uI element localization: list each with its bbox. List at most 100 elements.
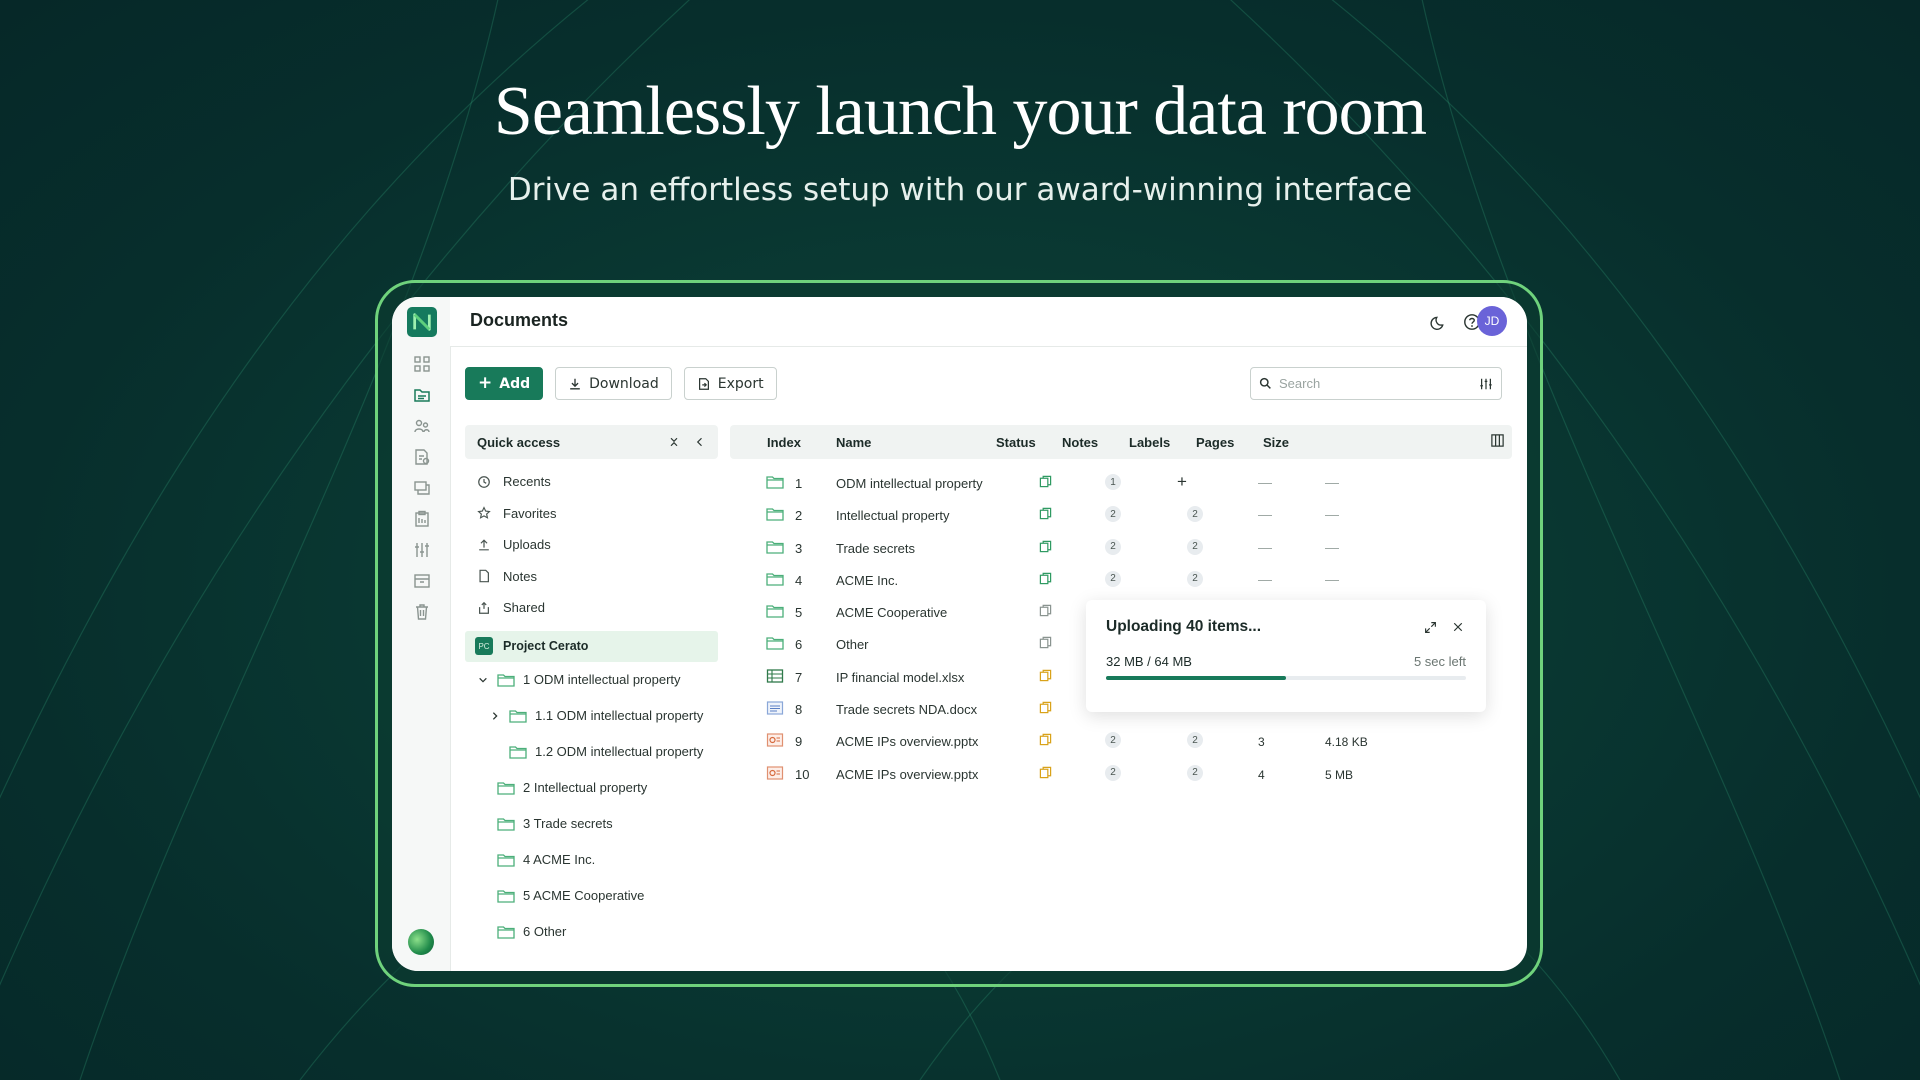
folder-icon (497, 673, 515, 687)
labels-count[interactable]: 2 (1187, 538, 1203, 555)
chevron-down-icon[interactable] (477, 674, 489, 686)
notes-count[interactable]: 2 (1105, 732, 1121, 749)
star-icon (477, 506, 491, 520)
dashboard-icon[interactable] (411, 353, 433, 375)
table-row[interactable]: 10 ACME IPs overview.pptx 2 2 4 5 MB (730, 758, 1512, 790)
quick-access-notes[interactable]: Notes (465, 561, 718, 593)
table-row[interactable]: 9 ACME IPs overview.pptx 2 2 3 4.18 KB (730, 725, 1512, 757)
chevron-right-icon[interactable] (489, 710, 501, 722)
app-logo[interactable] (407, 307, 437, 337)
upload-title: Uploading 40 items... (1106, 618, 1262, 635)
user-avatar[interactable]: JD (1477, 306, 1507, 336)
row-name[interactable]: Intellectual property (836, 508, 949, 523)
download-button[interactable]: Download (555, 367, 672, 400)
folder-icon (766, 475, 784, 492)
tree-item-2[interactable]: 2 Intellectual property (465, 770, 718, 806)
folder-icon (766, 636, 784, 653)
row-name[interactable]: ACME IPs overview.pptx (836, 734, 978, 749)
row-name[interactable]: Trade secrets NDA.docx (836, 702, 977, 717)
folder-icon (509, 745, 527, 759)
project-cerato[interactable]: PC Project Cerato (465, 630, 718, 662)
add-label-button[interactable]: + (1177, 472, 1187, 492)
sliders-icon[interactable] (411, 539, 433, 561)
presentation-icon (766, 733, 784, 750)
presentation-icon (766, 766, 784, 783)
add-button[interactable]: + Add (465, 367, 544, 400)
notes-count[interactable]: 2 (1105, 538, 1121, 555)
row-name[interactable]: ODM intellectual property (836, 476, 983, 491)
chat-icon[interactable] (411, 477, 433, 499)
tree-item-4[interactable]: 4 ACME Inc. (465, 842, 718, 878)
column-notes[interactable]: Notes (1062, 435, 1098, 450)
tree-item-1-2[interactable]: 1.2 ODM intellectual property (465, 734, 718, 770)
toolbar: + Add Download Export (465, 367, 777, 401)
quick-access-title: Quick access (477, 434, 561, 450)
quick-access-header: Quick access (465, 425, 718, 459)
close-icon[interactable] (1450, 619, 1466, 635)
archive-icon[interactable] (411, 570, 433, 592)
export-button[interactable]: Export (683, 367, 777, 400)
tree-item-3[interactable]: 3 Trade secrets (465, 806, 718, 842)
labels-count[interactable]: 2 (1187, 570, 1203, 587)
table-row[interactable]: 2 Intellectual property 2 2 — — (730, 499, 1512, 531)
column-size[interactable]: Size (1263, 435, 1289, 450)
notes-count[interactable]: 2 (1105, 506, 1121, 523)
table-row[interactable]: 3 Trade secrets 2 2 — — (730, 532, 1512, 564)
status-icon (1039, 540, 1052, 556)
row-pages: — (1258, 506, 1272, 523)
column-name[interactable]: Name (836, 435, 871, 450)
column-index[interactable]: Index (767, 435, 801, 450)
collapse-all-icon[interactable] (666, 434, 682, 450)
row-name[interactable]: Other (836, 637, 869, 652)
row-size: — (1325, 474, 1339, 490)
spreadsheet-icon (766, 669, 784, 686)
tree-item-1-1[interactable]: 1.1 ODM intellectual property (465, 698, 718, 734)
chevron-left-icon[interactable] (692, 434, 708, 450)
table-row[interactable]: 4 ACME Inc. 2 2 — — (730, 564, 1512, 596)
search-input[interactable]: Search (1250, 367, 1502, 400)
row-name[interactable]: Trade secrets (836, 541, 915, 556)
row-index: 3 (795, 540, 803, 556)
expand-icon[interactable] (1422, 619, 1438, 635)
documents-icon[interactable] (411, 384, 433, 406)
status-icon (1039, 604, 1052, 620)
table-row[interactable]: 1 ODM intellectual property 1 + — — (730, 467, 1512, 499)
folder-icon (497, 817, 515, 831)
users-icon[interactable] (411, 415, 433, 437)
labels-count[interactable]: 2 (1187, 764, 1203, 781)
notes-count[interactable]: 2 (1105, 764, 1121, 781)
notes-count[interactable]: 2 (1105, 570, 1121, 587)
project-name: Project Cerato (503, 639, 589, 653)
clipboard-icon[interactable] (411, 508, 433, 530)
row-index: 5 (795, 605, 803, 621)
column-labels[interactable]: Labels (1129, 435, 1170, 450)
tree-item-5[interactable]: 5 ACME Cooperative (465, 878, 718, 914)
status-icon (1039, 636, 1052, 652)
column-pages[interactable]: Pages (1196, 435, 1234, 450)
upload-progress-bar (1106, 676, 1466, 680)
labels-count[interactable]: 2 (1187, 732, 1203, 749)
row-name[interactable]: ACME Inc. (836, 573, 898, 588)
quick-access-recents[interactable]: Recents (465, 466, 718, 498)
notes-count[interactable]: 1 (1105, 474, 1121, 490)
tree-item-6[interactable]: 6 Other (465, 914, 718, 950)
dark-mode-icon[interactable] (1427, 311, 1449, 333)
reports-icon[interactable] (411, 446, 433, 468)
workspace-avatar[interactable] (408, 929, 434, 955)
add-button-label: Add (499, 375, 531, 392)
folder-icon (766, 572, 784, 589)
quick-access-favorites[interactable]: Favorites (465, 498, 718, 530)
quick-access-uploads[interactable]: Uploads (465, 529, 718, 561)
upload-time-left: 5 sec left (1413, 654, 1466, 669)
labels-count[interactable]: 2 (1187, 506, 1203, 523)
trash-icon[interactable] (411, 601, 433, 623)
row-name[interactable]: ACME Cooperative (836, 605, 947, 620)
upload-icon (479, 539, 489, 551)
tree-item-1[interactable]: 1 ODM intellectual property (465, 662, 718, 698)
row-name[interactable]: IP financial model.xlsx (836, 670, 964, 685)
row-name[interactable]: ACME IPs overview.pptx (836, 767, 978, 782)
filter-icon[interactable] (1479, 377, 1493, 391)
quick-access-shared[interactable]: Shared (465, 592, 718, 624)
column-status[interactable]: Status (996, 435, 1036, 450)
columns-settings-icon[interactable] (1490, 433, 1505, 451)
